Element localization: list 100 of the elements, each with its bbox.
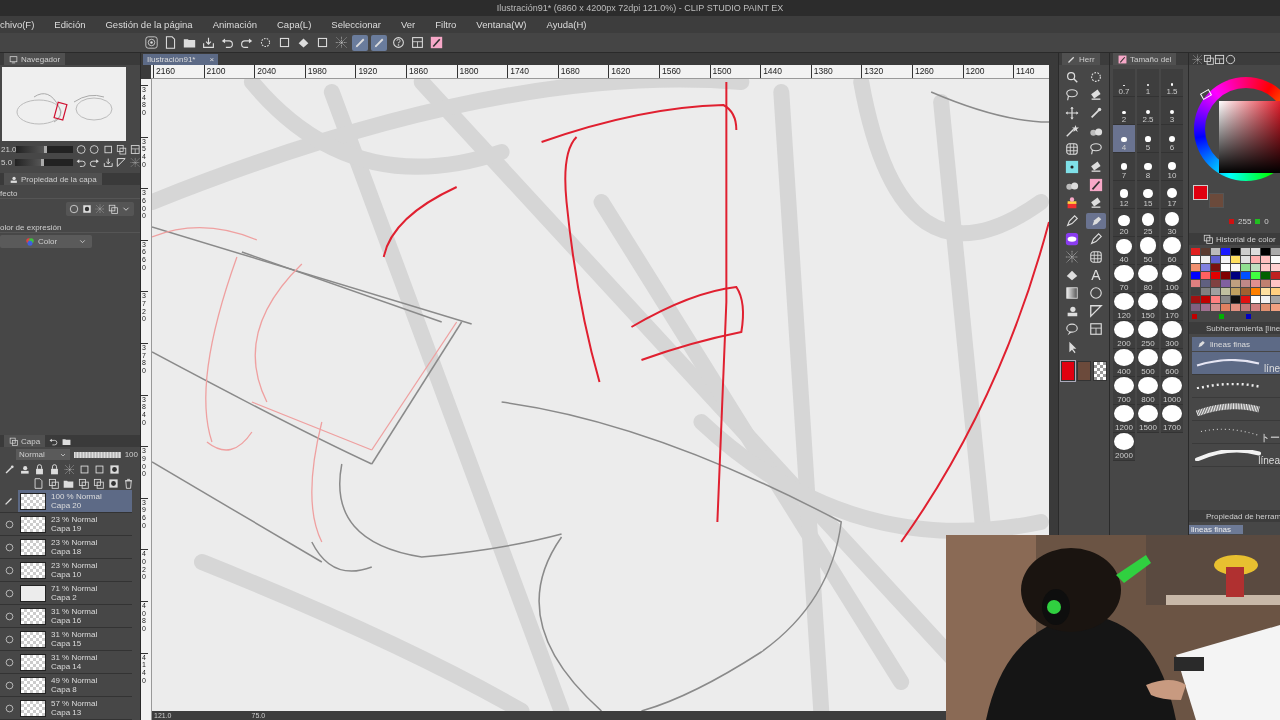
layer-name: Capa 15 <box>51 639 83 648</box>
text-tool[interactable]: A <box>1091 267 1101 283</box>
tab-label: Herr <box>1079 54 1095 64</box>
layer-mode: 57 % Normal <box>51 699 98 708</box>
tab-label: Propiedad de la capa <box>21 174 97 184</box>
brush-size-option[interactable]: 200 <box>1113 321 1135 349</box>
menu-item[interactable]: Filtro <box>435 19 467 30</box>
subtool-group[interactable]: lineas finas <box>1192 337 1280 351</box>
brush-size-option[interactable]: 7 <box>1113 153 1135 181</box>
channel-value: 255 <box>1238 217 1252 226</box>
brush-size-option[interactable]: 2 <box>1113 97 1135 125</box>
brush-size-option[interactable]: 1500 <box>1137 405 1159 433</box>
panel-tab[interactable]: Capa <box>4 435 46 447</box>
brush-size-option[interactable]: 250 <box>1137 321 1159 349</box>
panel-title: Historial de color <box>1216 234 1276 244</box>
channel-value: 0 <box>1264 217 1269 226</box>
brush-size-option[interactable]: 6 <box>1161 125 1183 153</box>
menu-item[interactable]: Capa(L) <box>277 19 322 30</box>
brush-size-option[interactable]: 12 <box>1113 181 1135 209</box>
layer-mode: 23 % Normal <box>51 561 98 570</box>
menu-item[interactable]: Ayuda(H) <box>546 19 597 30</box>
brush-size-option[interactable]: 100 <box>1161 265 1183 293</box>
ruler-label: 2040 <box>254 65 305 78</box>
brush-size-option[interactable]: 5 <box>1137 125 1159 153</box>
layer-name: Capa 20 <box>51 501 83 510</box>
ruler-label: 2100 <box>203 65 255 78</box>
layer-mode: 31 % Normal <box>51 653 98 662</box>
menu-item[interactable]: Seleccionar <box>331 19 391 30</box>
brush-size-option[interactable]: 400 <box>1113 349 1135 377</box>
ruler-label: 1680 <box>557 65 609 78</box>
document-tab[interactable]: Ilustración91* × <box>143 54 219 65</box>
ruler-label: 1800 <box>456 65 508 78</box>
brush-size-option[interactable]: 1200 <box>1113 405 1135 433</box>
brush-size-option[interactable]: 17 <box>1161 181 1183 209</box>
layer-row[interactable]: 31 % Normal Capa 15 <box>18 628 132 650</box>
layer-name: Capa 16 <box>51 616 83 625</box>
panel-tab[interactable]: Tamaño del <box>1113 53 1177 65</box>
brush-size-option[interactable]: 40 <box>1113 237 1135 265</box>
layer-row[interactable]: 23 % Normal Capa 19 <box>18 513 132 535</box>
brush-size-option[interactable]: 8 <box>1137 153 1159 181</box>
brush-size-option[interactable]: 3 <box>1161 97 1183 125</box>
brush-size-option[interactable]: 600 <box>1161 349 1183 377</box>
brush-size-option[interactable]: 25 <box>1137 209 1159 237</box>
layer-row[interactable]: 31 % Normal Capa 16 <box>18 605 132 627</box>
brush-size-option[interactable]: 1000 <box>1161 377 1183 405</box>
ruler-label: 1740 <box>507 65 558 78</box>
menu-item[interactable]: Ver <box>400 19 426 30</box>
menu-item[interactable]: Ventana(W) <box>476 19 537 30</box>
brush-size-option[interactable]: 150 <box>1137 293 1159 321</box>
menu-item[interactable]: Edición <box>54 19 96 30</box>
blend-mode-dropdown[interactable]: Normal <box>16 449 71 460</box>
panel-tab[interactable]: Herr <box>1062 53 1100 65</box>
brush-size-option[interactable]: 70 <box>1113 265 1135 293</box>
brush-size-option[interactable]: 0.7 <box>1113 69 1135 97</box>
menu-item[interactable]: Gestión de la página <box>105 19 203 30</box>
layer-row[interactable]: 31 % Normal Capa 14 <box>18 651 132 673</box>
brush-preset[interactable]: líne <box>1192 352 1280 375</box>
brush-size-option[interactable]: 10 <box>1161 153 1183 181</box>
brush-size-option[interactable]: 500 <box>1137 349 1159 377</box>
slider-value: 5.0 <box>1 158 13 167</box>
menu-item[interactable]: Animación <box>212 19 267 30</box>
layer-row[interactable]: 100 % Normal Capa 20 <box>18 490 132 512</box>
panel-tab[interactable]: Propiedad de la capa <box>4 173 102 185</box>
brush-preset[interactable]: トー <box>1192 421 1280 444</box>
brush-size-option[interactable]: 30 <box>1161 209 1183 237</box>
brush-size-option[interactable]: 50 <box>1137 237 1159 265</box>
layer-row[interactable]: 57 % Normal Capa 13 <box>18 697 132 719</box>
ruler-label: 1560 <box>658 65 710 78</box>
color-dropdown[interactable]: Color <box>0 235 92 248</box>
brush-size-option[interactable]: 60 <box>1161 237 1183 265</box>
close-icon[interactable]: × <box>209 55 215 64</box>
brush-size-option[interactable]: 20 <box>1113 209 1135 237</box>
ruler-label: 1860 <box>405 65 457 78</box>
ruler-label: 1980 <box>304 65 356 78</box>
dropdown-value: Color <box>38 236 58 247</box>
brush-size-option[interactable]: 1 <box>1137 69 1159 97</box>
brush-size-option[interactable]: 15 <box>1137 181 1159 209</box>
ruler-label: 1200 <box>962 65 1014 78</box>
dropdown-value: Normal <box>19 450 45 459</box>
brush-size-option[interactable]: 300 <box>1161 321 1183 349</box>
brush-size-option[interactable]: 80 <box>1137 265 1159 293</box>
layer-row[interactable]: 71 % Normal Capa 2 <box>18 582 132 604</box>
brush-name: トー <box>1260 432 1280 443</box>
layer-mode: 23 % Normal <box>51 538 98 547</box>
brush-size-option[interactable]: 2.5 <box>1137 97 1159 125</box>
brush-size-option[interactable]: 700 <box>1113 377 1135 405</box>
brush-size-option[interactable]: 2000 <box>1113 433 1135 461</box>
layer-row[interactable]: 49 % Normal Capa 8 <box>18 674 132 696</box>
brush-size-option[interactable]: 120 <box>1113 293 1135 321</box>
brush-size-option[interactable]: 1.5 <box>1161 69 1183 97</box>
brush-size-option[interactable]: 800 <box>1137 377 1159 405</box>
brush-preset[interactable]: línea <box>1192 444 1280 467</box>
brush-size-option[interactable]: 1700 <box>1161 405 1183 433</box>
menu-item[interactable]: chivo(F) <box>0 19 45 30</box>
brush-size-option[interactable]: 170 <box>1161 293 1183 321</box>
layer-row[interactable]: 23 % Normal Capa 18 <box>18 536 132 558</box>
window-title: Ilustración91* (6860 x 4200px 72dpi 121.0%) - CLIP STUDIO PAINT EX <box>0 0 1280 16</box>
layer-row[interactable]: 23 % Normal Capa 10 <box>18 559 132 581</box>
panel-tab[interactable]: Navegador <box>4 53 66 65</box>
layer-name: Capa 13 <box>51 708 83 717</box>
